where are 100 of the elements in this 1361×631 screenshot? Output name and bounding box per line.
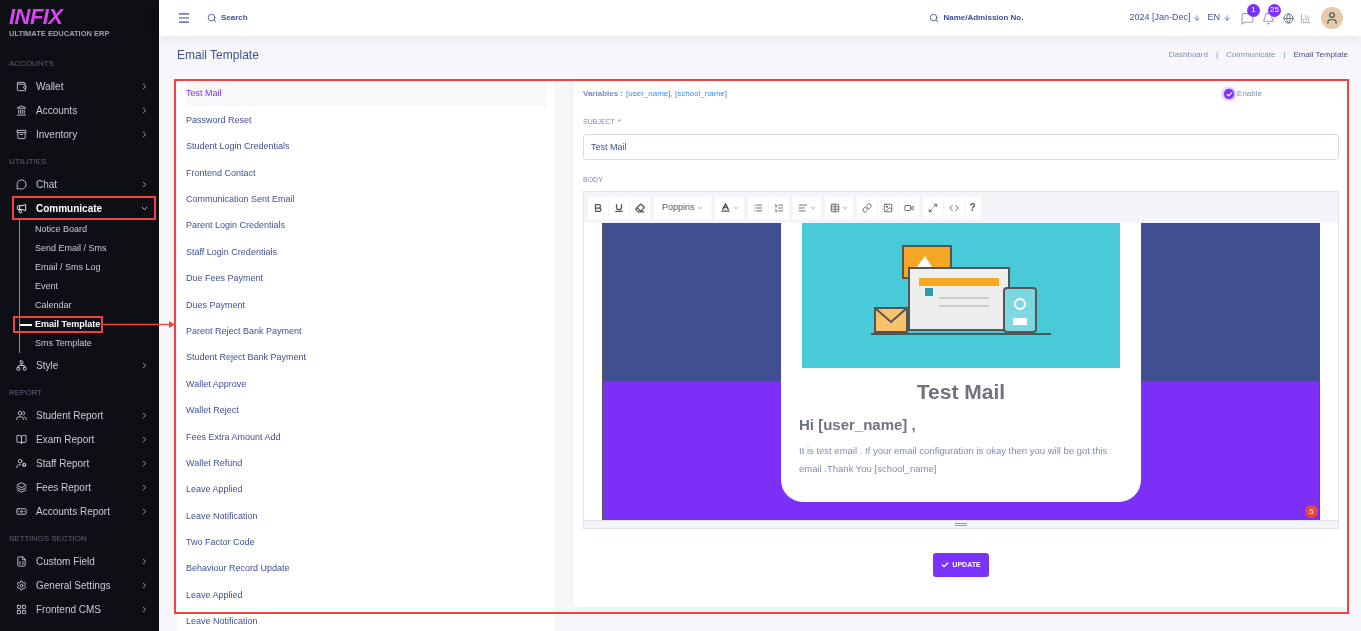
sidebar-item[interactable]: Fees Report [0,475,159,499]
breadcrumb-separator: | [1215,49,1218,61]
template-list-item[interactable]: Wallet Refund [186,450,546,477]
template-list-item[interactable]: Leave Notification [186,608,546,631]
arrow-down-icon [1193,14,1202,22]
enable-checkbox[interactable]: Enable [1224,88,1262,100]
sidebar-item[interactable]: Communicate [0,196,159,220]
sidebar-item[interactable]: Exam Report [0,427,159,451]
video-button[interactable] [898,196,919,219]
template-list-item[interactable]: Due Fees Payment [186,265,546,293]
template-list-item[interactable]: Parent Login Credentials [186,212,546,240]
template-list-item[interactable]: Communication Sent Email [186,186,546,213]
template-list-item[interactable]: Student Reject Bank Payment [186,344,546,372]
help-button[interactable]: ? [964,196,981,219]
variables-text: [user_name], [school_name] [626,88,727,100]
submenu-item[interactable]: Calendar [35,298,72,313]
sidebar-item[interactable]: Style [0,353,159,377]
template-list-item[interactable]: Behaviour Record Update [186,556,546,583]
template-list-item[interactable]: Staff Login Credentials [186,239,546,266]
breadcrumb-link[interactable]: Email Template [1293,49,1348,61]
template-list-item[interactable]: Parent Reject Bank Payment [186,318,546,345]
notification-badge: 25 [1268,3,1281,17]
bold-button[interactable] [588,196,608,219]
template-list-item[interactable]: Test Mail [186,81,546,108]
table-icon [829,202,840,213]
sidebar-item[interactable]: Frontend CMS [0,597,159,621]
template-list-item[interactable]: Student Login Credentials [186,133,546,161]
template-list-item[interactable]: Leave Notification [186,503,546,530]
numbered-list-button[interactable] [768,196,789,219]
link-button[interactable] [856,196,877,219]
sidebar-item[interactable]: Custom Field [0,549,159,573]
text-color-button[interactable] [714,196,744,219]
template-list-item[interactable]: Wallet Approve [186,371,546,398]
fullscreen-button[interactable] [922,196,943,219]
sidebar-item[interactable]: Wallet [0,74,159,98]
sidebar-item[interactable]: Chat [0,172,159,196]
numbered-list-icon [773,202,784,213]
language-select[interactable]: EN [1207,11,1231,25]
template-list-item[interactable]: Password Reset [186,107,546,134]
sidebar-item[interactable]: Inventory [0,122,159,146]
template-list-item[interactable]: Dues Payment [186,292,546,319]
underline-button[interactable] [609,196,629,219]
code-view-button[interactable] [943,196,964,219]
template-list-item[interactable]: Leave Applied [186,476,546,504]
expand-icon [927,202,938,213]
sidebar-item[interactable]: Student Report [0,403,159,427]
student-search-field[interactable]: Name/Admission No. [943,12,1054,24]
sidebar-item[interactable]: Accounts [0,98,159,122]
template-list-item[interactable]: Two Factor Code [186,529,546,557]
image-button[interactable] [877,196,898,219]
check-icon [941,561,950,569]
notification-badge: 1 [1247,3,1260,17]
search-field[interactable]: Search [221,12,341,24]
chevron-right-icon [140,506,149,516]
chevron-right-icon [140,604,149,614]
code-icon [948,202,959,213]
caret-icon [809,204,816,211]
session-select[interactable]: 2024 [Jan-Dec] [1129,11,1202,25]
sidebar-item[interactable]: General Settings [0,573,159,597]
resize-handle[interactable] [584,520,1338,528]
caret-icon [841,204,848,211]
bullet-list-icon [752,202,763,213]
submenu-item[interactable]: Email Template [35,317,101,332]
table-button[interactable] [824,196,853,219]
video-camera-icon [903,202,914,213]
template-list-item[interactable]: Leave Applied [186,582,546,609]
submenu-item[interactable]: Send Email / Sms [35,241,107,256]
grip-icon [955,523,967,526]
underline-icon [614,202,624,213]
eraser-button[interactable] [630,196,650,219]
chart-icon[interactable] [1300,12,1311,24]
caret-icon [732,204,739,211]
align-left-icon [797,202,808,213]
submenu-item[interactable]: Event [35,279,58,294]
bell-icon[interactable] [1262,11,1275,25]
check-icon [1225,90,1233,98]
submenu-item[interactable]: Email / Sms Log [35,260,101,275]
chevron-right-icon [140,81,149,91]
align-button[interactable] [792,196,821,219]
annotation-arrow [103,321,175,328]
template-list-item[interactable]: Frontend Contact [186,160,546,187]
chevron-right-icon [140,179,149,189]
subject-field[interactable]: Test Mail [583,133,1339,160]
bullet-list-button[interactable] [747,196,768,219]
font-select[interactable]: Poppins [654,196,711,219]
chevron-right-icon [140,129,149,139]
chevron-right-icon [140,482,149,492]
sidebar-item[interactable]: Staff Report [0,451,159,475]
email-greeting: Hi [user_name] , [798,414,917,435]
submenu-item[interactable]: Sms Template [35,336,92,351]
avatar[interactable] [1321,7,1343,29]
chevron-right-icon [140,458,149,468]
section-heading: UTILITIES [9,156,47,168]
submenu-item[interactable]: Notice Board [35,222,88,237]
globe-icon[interactable] [1283,12,1294,24]
email-message: It is test email . If your email configuration is okay then you will be got this email .Thank You [school_name] [798,444,1109,476]
sidebar-item[interactable]: Accounts Report [0,499,159,523]
template-list-item[interactable]: Wallet Reject [186,397,546,425]
template-list-item[interactable]: Fees Extra Amount Add [186,424,546,451]
chat-icon[interactable] [1241,11,1254,25]
